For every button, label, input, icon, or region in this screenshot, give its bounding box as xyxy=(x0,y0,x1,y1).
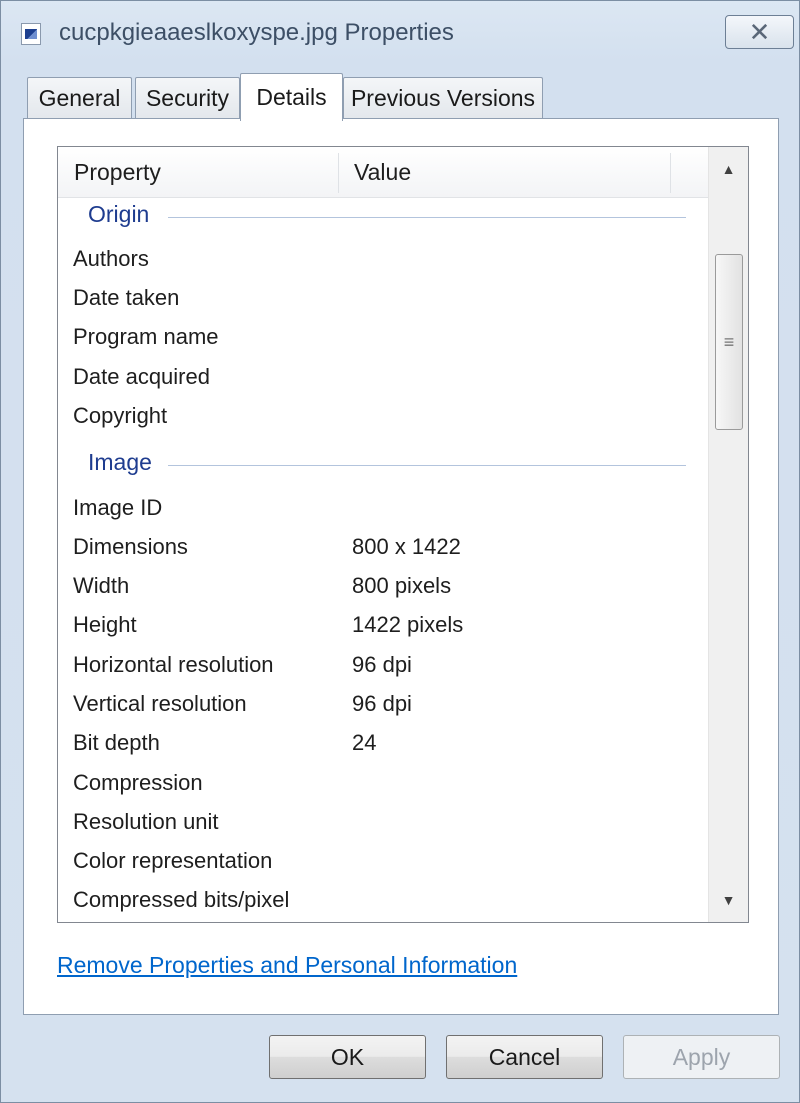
property-row[interactable]: Compressed bits/pixel xyxy=(58,880,708,919)
tab-details[interactable]: Details xyxy=(240,73,343,121)
property-row[interactable]: Dimensions 800 x 1422 xyxy=(58,527,708,566)
property-row[interactable]: Vertical resolution 96 dpi xyxy=(58,684,708,723)
property-name: Height xyxy=(73,612,137,637)
image-file-icon xyxy=(21,23,41,45)
close-icon: ✕ xyxy=(748,17,771,47)
property-name: Date acquired xyxy=(73,364,210,389)
details-panel: Property Value Origin Authors Date taken… xyxy=(23,118,779,1015)
tab-previous-versions[interactable]: Previous Versions xyxy=(343,77,543,119)
window-title: cucpkgieaaeslkoxyspe.jpg Properties xyxy=(59,19,454,46)
cancel-button[interactable]: Cancel xyxy=(446,1035,603,1079)
property-row[interactable]: Compression xyxy=(58,763,708,802)
scroll-thumb[interactable]: ≡ xyxy=(715,254,743,430)
property-name: Dimensions xyxy=(73,534,188,559)
vertical-scrollbar[interactable]: ▲ ≡ ▼ xyxy=(708,147,748,922)
property-row[interactable]: Date taken xyxy=(58,278,708,317)
property-name: Authors xyxy=(73,246,149,271)
property-name: Horizontal resolution xyxy=(73,652,274,677)
group-label: Origin xyxy=(88,201,150,227)
property-value[interactable]: 96 dpi xyxy=(352,691,412,717)
property-name: Compressed bits/pixel xyxy=(73,887,290,912)
property-row[interactable]: Copyright xyxy=(58,396,708,435)
column-header-property[interactable]: Property xyxy=(58,147,338,198)
property-row[interactable]: Image ID xyxy=(58,488,708,527)
property-value[interactable]: 96 dpi xyxy=(352,652,412,678)
group-image: Image xyxy=(58,445,708,485)
property-row[interactable]: Color representation xyxy=(58,841,708,880)
group-label: Image xyxy=(88,449,152,475)
triangle-down-icon: ▼ xyxy=(721,892,736,908)
property-row[interactable]: Authors xyxy=(58,239,708,278)
group-origin: Origin xyxy=(58,197,708,237)
property-name: Compression xyxy=(73,770,203,795)
properties-list[interactable]: Property Value Origin Authors Date taken… xyxy=(57,146,749,923)
property-value[interactable]: 24 xyxy=(352,730,376,756)
remove-properties-link[interactable]: Remove Properties and Personal Informati… xyxy=(57,952,517,979)
property-name: Color representation xyxy=(73,848,273,873)
property-row[interactable]: Resolution unit xyxy=(58,802,708,841)
property-row[interactable]: Bit depth 24 xyxy=(58,723,708,762)
ok-button[interactable]: OK xyxy=(269,1035,426,1079)
property-name: Copyright xyxy=(73,403,168,428)
apply-button[interactable]: Apply xyxy=(623,1035,780,1079)
close-button[interactable]: ✕ xyxy=(725,15,794,49)
property-name: Date taken xyxy=(73,285,180,310)
property-row[interactable]: Width 800 pixels xyxy=(58,566,708,605)
scroll-down-button[interactable]: ▼ xyxy=(709,878,748,922)
scroll-up-button[interactable]: ▲ xyxy=(709,147,748,191)
title-bar[interactable]: cucpkgieaaeslkoxyspe.jpg Properties ✕ xyxy=(1,1,799,67)
property-name: Bit depth xyxy=(73,730,160,755)
property-row[interactable]: Date acquired xyxy=(58,357,708,396)
property-name: Resolution unit xyxy=(73,809,219,834)
property-name: Vertical resolution xyxy=(73,691,247,716)
column-header-value[interactable]: Value xyxy=(338,147,668,198)
property-name: Image ID xyxy=(73,495,163,520)
property-value[interactable]: 800 pixels xyxy=(352,573,451,599)
group-divider xyxy=(168,217,686,218)
property-value[interactable]: 1422 pixels xyxy=(352,612,463,638)
group-divider xyxy=(168,465,686,466)
property-row[interactable]: Horizontal resolution 96 dpi xyxy=(58,645,708,684)
column-divider[interactable] xyxy=(670,153,671,193)
property-name: Program name xyxy=(73,324,219,349)
tab-general[interactable]: General xyxy=(27,77,132,119)
property-row[interactable]: Height 1422 pixels xyxy=(58,605,708,644)
property-row[interactable]: Program name xyxy=(58,317,708,356)
triangle-up-icon: ▲ xyxy=(721,161,736,177)
tab-security[interactable]: Security xyxy=(135,77,240,119)
property-name: Width xyxy=(73,573,130,598)
properties-dialog: cucpkgieaaeslkoxyspe.jpg Properties ✕ Ge… xyxy=(0,0,800,1103)
grip-icon: ≡ xyxy=(723,331,735,352)
list-header: Property Value xyxy=(58,147,708,198)
property-value[interactable]: 800 x 1422 xyxy=(352,534,461,560)
